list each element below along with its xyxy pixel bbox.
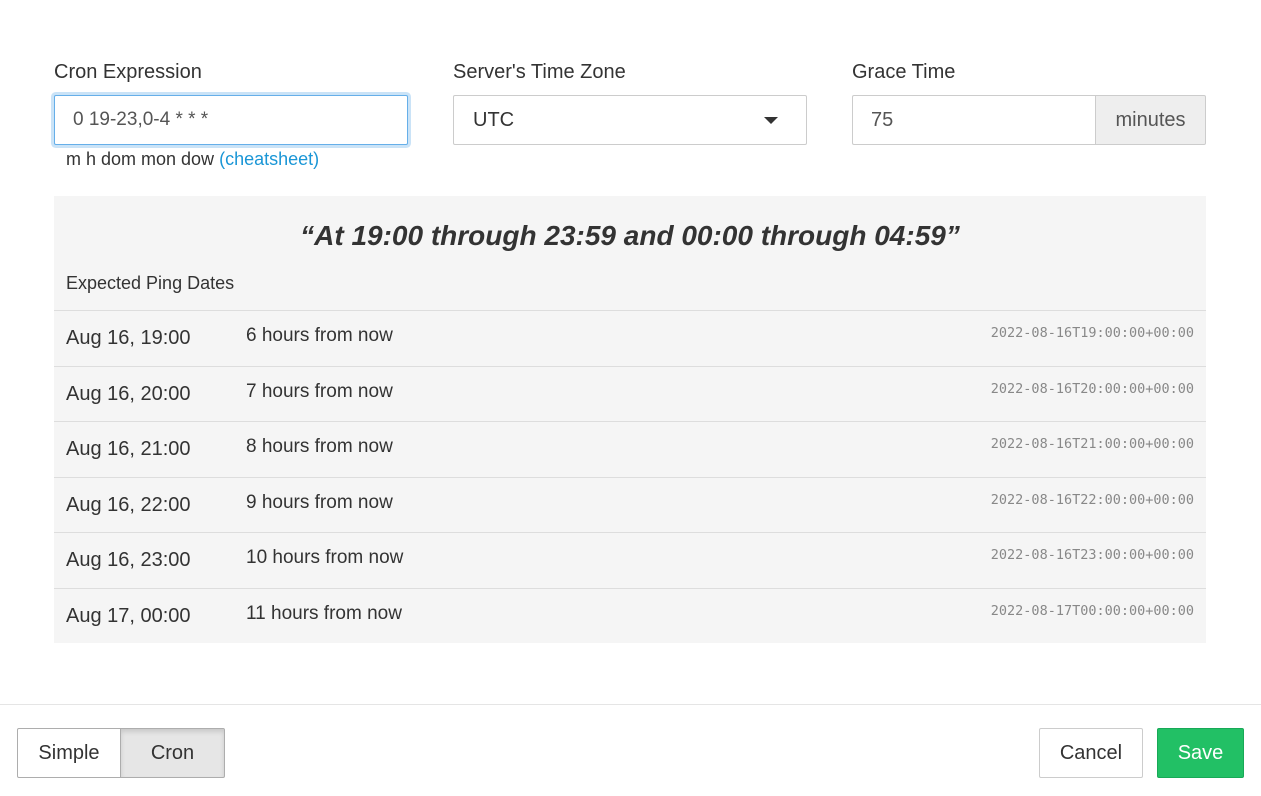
- timezone-label: Server's Time Zone: [453, 61, 626, 83]
- ping-date: Aug 16, 22:00: [66, 493, 191, 516]
- cron-mode-button[interactable]: Cron: [120, 728, 225, 778]
- timezone-select[interactable]: UTC: [453, 95, 807, 145]
- ping-date-row: Aug 16, 23:00 10 hours from now 2022-08-…: [54, 532, 1206, 588]
- ping-date: Aug 17, 00:00: [66, 604, 191, 627]
- cron-hint-fields: m h dom mon dow: [66, 149, 215, 169]
- ping-date-row: Aug 16, 22:00 9 hours from now 2022-08-1…: [54, 476, 1206, 533]
- ping-iso-timestamp: 2022-08-16T19:00:00+00:00: [990, 325, 1194, 341]
- footer-divider: [0, 704, 1261, 705]
- ping-date-row: Aug 16, 19:00 6 hours from now 2022-08-1…: [54, 310, 1206, 366]
- cron-description: “At 19:00 through 23:59 and 00:00 throug…: [300, 220, 960, 251]
- ping-date: Aug 16, 23:00: [66, 549, 191, 571]
- grace-time-input[interactable]: [852, 95, 1095, 145]
- ping-relative-time: 9 hours from now: [246, 491, 393, 513]
- schedule-preview-panel: “At 19:00 through 23:59 and 00:00 throug…: [54, 196, 1206, 643]
- ping-iso-timestamp: 2022-08-16T22:00:00+00:00: [990, 491, 1194, 508]
- cron-hint: m h dom mon dow (cheatsheet): [66, 149, 319, 170]
- ping-relative-time: 6 hours from now: [246, 325, 393, 346]
- caret-down-icon: [764, 117, 778, 124]
- ping-relative-time: 8 hours from now: [246, 436, 393, 457]
- ping-date-row: Aug 17, 00:00 11 hours from now 2022-08-…: [54, 587, 1206, 644]
- ping-date-row: Aug 16, 20:00 7 hours from now 2022-08-1…: [54, 365, 1206, 422]
- timezone-selected-value: UTC: [473, 109, 515, 131]
- ping-iso-timestamp: 2022-08-17T00:00:00+00:00: [990, 602, 1194, 619]
- ping-dates-table: Aug 16, 19:00 6 hours from now 2022-08-1…: [54, 310, 1206, 643]
- cancel-button[interactable]: Cancel: [1039, 728, 1143, 778]
- ping-relative-time: 7 hours from now: [246, 380, 393, 402]
- ping-date: Aug 16, 21:00: [66, 438, 191, 460]
- simple-mode-button[interactable]: Simple: [17, 728, 121, 778]
- save-button[interactable]: Save: [1157, 728, 1244, 778]
- grace-time-label: Grace Time: [852, 61, 956, 83]
- grace-time-unit: minutes: [1095, 95, 1206, 145]
- cron-expression-input[interactable]: [54, 95, 408, 145]
- ping-iso-timestamp: 2022-08-16T21:00:00+00:00: [990, 436, 1194, 452]
- ping-iso-timestamp: 2022-08-16T20:00:00+00:00: [990, 380, 1194, 397]
- ping-date: Aug 16, 19:00: [66, 327, 191, 349]
- cron-schedule-dialog: Cron Expression Server's Time Zone Grace…: [0, 0, 1261, 796]
- ping-iso-timestamp: 2022-08-16T23:00:00+00:00: [990, 547, 1194, 563]
- grace-time-group: minutes: [852, 95, 1206, 145]
- ping-relative-time: 10 hours from now: [246, 547, 404, 568]
- ping-date-row: Aug 16, 21:00 8 hours from now 2022-08-1…: [54, 421, 1206, 477]
- ping-date: Aug 16, 20:00: [66, 382, 191, 405]
- ping-relative-time: 11 hours from now: [246, 602, 402, 624]
- cheatsheet-link[interactable]: (cheatsheet): [219, 149, 319, 169]
- cron-expression-label: Cron Expression: [54, 61, 202, 83]
- expected-ping-dates-title: Expected Ping Dates: [66, 273, 235, 293]
